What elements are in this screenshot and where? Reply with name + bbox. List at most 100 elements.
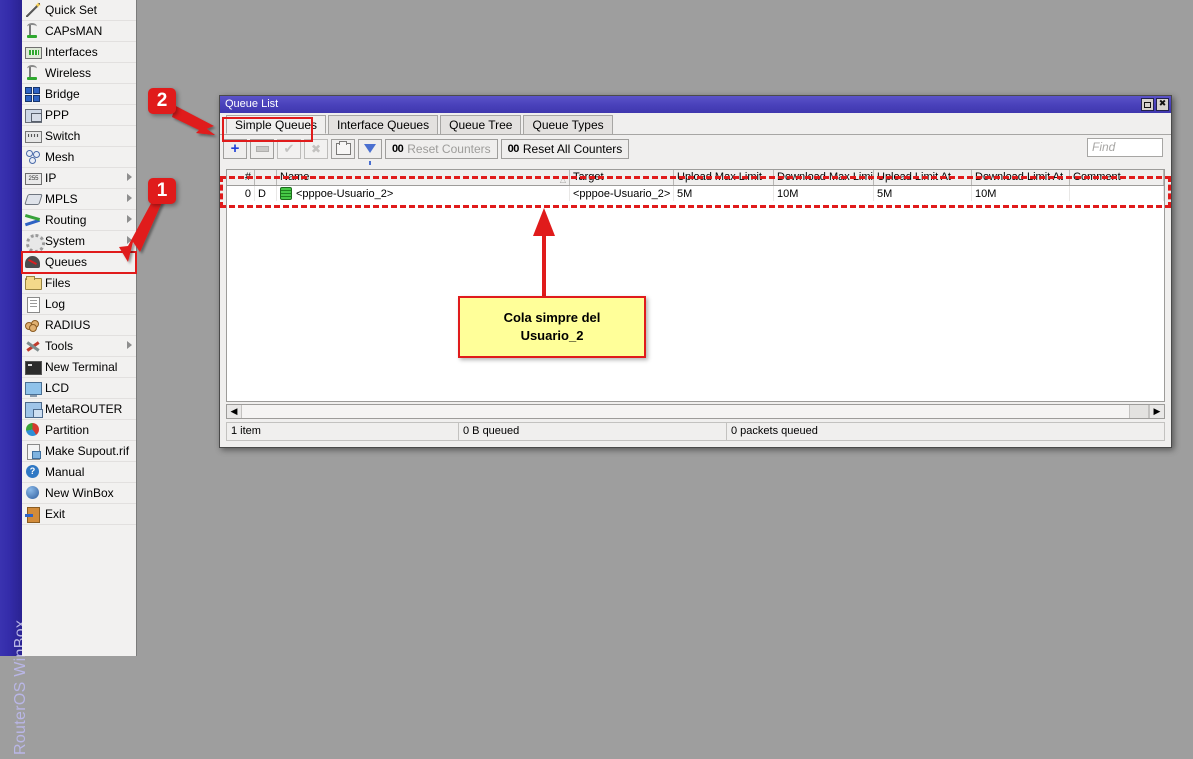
sidebar-item-partition[interactable]: Partition: [22, 420, 136, 441]
sidebar-item-mpls[interactable]: MPLS: [22, 189, 136, 210]
cell-target: <pppoe-Usuario_2>: [570, 186, 674, 201]
sidebar-item-interfaces[interactable]: Interfaces: [22, 42, 136, 63]
sidebar-item-switch[interactable]: Switch: [22, 126, 136, 147]
sidebar-item-mesh[interactable]: Mesh: [22, 147, 136, 168]
sidebar-item-label: Bridge: [45, 84, 80, 104]
column-header-flags[interactable]: [255, 170, 277, 185]
tab-simple-queues[interactable]: Simple Queues: [226, 115, 326, 134]
tools-icon: [25, 338, 41, 354]
sidebar-item-label: Log: [45, 294, 65, 314]
column-header-name[interactable]: Name△: [277, 170, 570, 185]
reset-all-counters-prefix: 00: [508, 143, 519, 155]
supout-file-icon: [25, 443, 41, 459]
sidebar-item-quick-set[interactable]: Quick Set: [22, 0, 136, 21]
sidebar-item-files[interactable]: Files: [22, 273, 136, 294]
table-row[interactable]: 0D<pppoe-Usuario_2><pppoe-Usuario_2>5M10…: [227, 186, 1164, 201]
mpls-tag-icon: [25, 191, 41, 207]
chevron-right-icon: [127, 236, 132, 244]
column-header-downmax[interactable]: Download Max Limit: [774, 170, 874, 185]
sidebar-item-new-winbox[interactable]: New WinBox: [22, 483, 136, 504]
tab-queue-tree[interactable]: Queue Tree: [440, 115, 521, 134]
window-titlebar[interactable]: Queue List ✖: [220, 96, 1171, 113]
tab-label: Interface Queues: [337, 118, 429, 132]
filter-button[interactable]: [358, 139, 382, 159]
sidebar-item-bridge[interactable]: Bridge: [22, 84, 136, 105]
sidebar-item-metarouter[interactable]: MetaROUTER: [22, 399, 136, 420]
sidebar-item-label: Files: [45, 273, 70, 293]
column-header-label: Name: [280, 171, 309, 183]
remove-queue-button[interactable]: [250, 139, 274, 159]
scroll-track[interactable]: [242, 405, 1129, 418]
routing-icon: [25, 212, 41, 228]
tab-queue-types[interactable]: Queue Types: [523, 115, 612, 134]
find-input[interactable]: Find: [1087, 138, 1163, 157]
cell-name: <pppoe-Usuario_2>: [277, 186, 570, 201]
column-header-label: Download Max Limit: [777, 171, 874, 183]
close-icon[interactable]: ✖: [1156, 98, 1169, 111]
sidebar-item-lcd[interactable]: LCD: [22, 378, 136, 399]
cell-text: D: [258, 187, 266, 201]
gear-icon: [25, 233, 41, 249]
column-header-uplimat[interactable]: Upload Limit At: [874, 170, 972, 185]
reset-counters-button[interactable]: 00 Reset Counters: [385, 139, 498, 159]
ppp-icon: [25, 107, 41, 123]
maximize-icon[interactable]: [1141, 98, 1154, 111]
sidebar-item-radius[interactable]: RADIUS: [22, 315, 136, 336]
sidebar-item-ppp[interactable]: PPP: [22, 105, 136, 126]
sidebar-item-system[interactable]: System: [22, 231, 136, 252]
sidebar-item-label: LCD: [45, 378, 69, 398]
column-header-upmax[interactable]: Upload Max Limit: [674, 170, 774, 185]
tab-interface-queues[interactable]: Interface Queues: [328, 115, 438, 134]
sidebar-item-routing[interactable]: Routing: [22, 210, 136, 231]
horizontal-scrollbar[interactable]: ◀ ▶: [226, 404, 1165, 419]
sidebar-item-exit[interactable]: Exit: [22, 504, 136, 525]
status-bytes-queued: 0 B queued: [458, 422, 726, 441]
main-menu-sidebar: Quick SetCAPsMANInterfacesWirelessBridge…: [22, 0, 137, 656]
cell-text: 0: [245, 187, 251, 201]
lcd-monitor-icon: [25, 380, 41, 396]
sidebar-item-label: CAPsMAN: [45, 21, 102, 41]
cell-text: 10M: [975, 187, 996, 201]
cell-num: 0: [227, 186, 255, 201]
cross-icon: ✖: [311, 142, 321, 156]
sidebar-item-label: MPLS: [45, 189, 78, 209]
sidebar-item-label: New WinBox: [45, 483, 114, 503]
sidebar-item-ip[interactable]: 255IP: [22, 168, 136, 189]
column-chooser-button[interactable]: [1164, 170, 1165, 185]
filter-funnel-icon: [364, 144, 376, 153]
disable-queue-button[interactable]: ✖: [304, 139, 328, 159]
sidebar-item-tools[interactable]: Tools: [22, 336, 136, 357]
chevron-right-icon: [127, 173, 132, 181]
status-item-count: 1 item: [226, 422, 458, 441]
sidebar-item-manual[interactable]: ?Manual: [22, 462, 136, 483]
scroll-left-button[interactable]: ◀: [227, 405, 242, 418]
scroll-thumb[interactable]: [1129, 405, 1149, 418]
sidebar-item-label: Tools: [45, 336, 73, 356]
reset-counters-prefix: 00: [392, 143, 403, 155]
sidebar-item-queues[interactable]: Queues: [22, 252, 136, 273]
reset-all-counters-button[interactable]: 00 Reset All Counters: [501, 139, 630, 159]
column-header-downlimat[interactable]: Download Limit At: [972, 170, 1070, 185]
sidebar-item-label: RADIUS: [45, 315, 90, 335]
add-queue-button[interactable]: +: [223, 139, 247, 159]
minus-icon: [256, 146, 269, 152]
sidebar-item-new-terminal[interactable]: New Terminal: [22, 357, 136, 378]
column-header-target[interactable]: Target: [570, 170, 674, 185]
scroll-right-button[interactable]: ▶: [1149, 405, 1164, 418]
bridge-icon: [25, 86, 41, 102]
tab-label: Simple Queues: [235, 118, 317, 132]
cell-filler: [1164, 186, 1165, 201]
tab-label: Queue Tree: [449, 118, 512, 132]
sidebar-item-wireless[interactable]: Wireless: [22, 63, 136, 84]
sidebar-item-label: New Terminal: [45, 357, 117, 377]
sidebar-item-log[interactable]: Log: [22, 294, 136, 315]
column-header-comment[interactable]: Comment: [1070, 170, 1164, 185]
sidebar-item-capsman[interactable]: CAPsMAN: [22, 21, 136, 42]
sidebar-item-make-supout-rif[interactable]: Make Supout.rif: [22, 441, 136, 462]
enable-queue-button[interactable]: ✔: [277, 139, 301, 159]
ip-255-icon: 255: [25, 170, 41, 186]
column-header-num[interactable]: #: [227, 170, 255, 185]
wand-icon: [25, 2, 41, 18]
radius-users-icon: [25, 317, 41, 333]
comment-button[interactable]: [331, 139, 355, 159]
